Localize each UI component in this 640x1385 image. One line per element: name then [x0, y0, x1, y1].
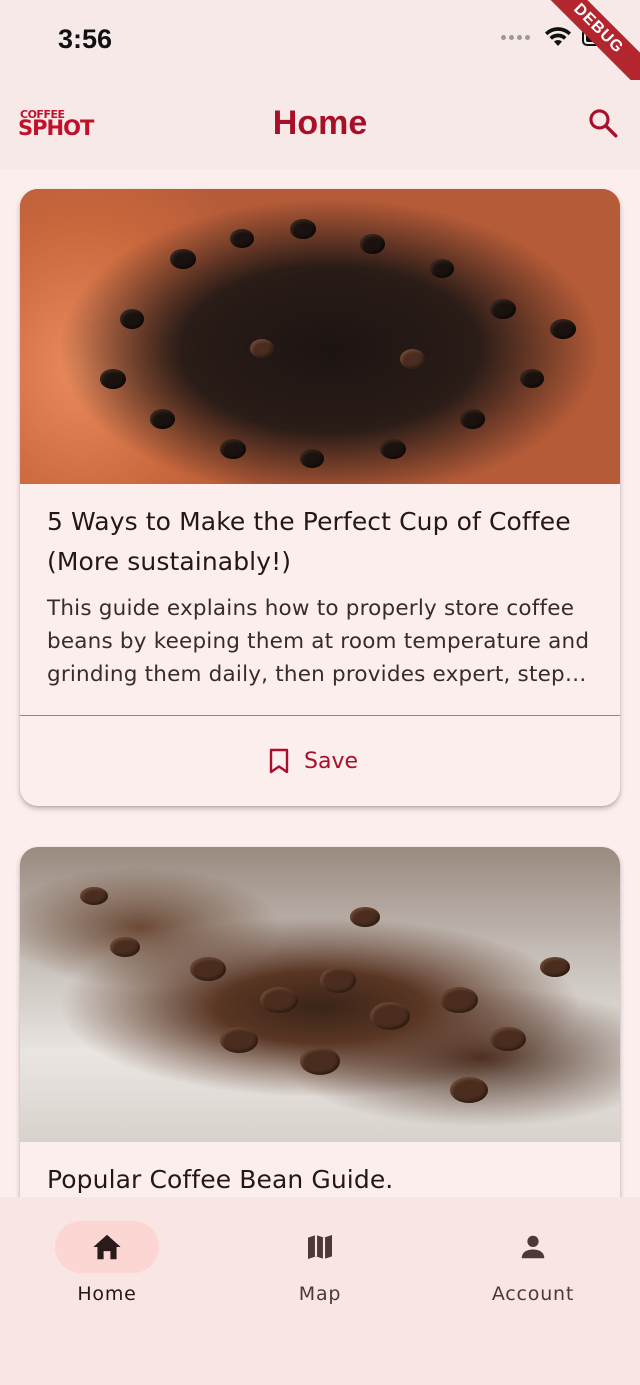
save-button[interactable]: Save	[268, 743, 358, 779]
nav-item-account[interactable]: Account	[453, 1221, 613, 1305]
article-description: This guide explains how to properly stor…	[47, 592, 593, 691]
nav-label-account: Account	[491, 1283, 575, 1305]
nav-item-map[interactable]: Map	[240, 1221, 400, 1305]
article-description-line1: This guide explains how to properly stor…	[47, 596, 575, 621]
card-divider	[20, 715, 620, 716]
article-image-coffee-beans-on-wood	[20, 847, 620, 1142]
article-card[interactable]: Popular Coffee Bean Guide.	[20, 847, 620, 1247]
article-title: 5 Ways to Make the Perfect Cup of Coffee…	[47, 502, 593, 582]
nav-label-map: Map	[298, 1283, 342, 1305]
article-card[interactable]: 5 Ways to Make the Perfect Cup of Coffee…	[20, 189, 620, 806]
bottom-navigation: Home Map Account	[0, 1197, 640, 1385]
nav-label-home: Home	[77, 1283, 137, 1305]
status-bar: 3:56	[0, 0, 640, 80]
search-icon	[589, 109, 618, 138]
article-body: 5 Ways to Make the Perfect Cup of Coffee…	[20, 484, 620, 691]
map-icon	[308, 1235, 332, 1259]
article-body: Popular Coffee Bean Guide.	[20, 1142, 620, 1200]
page-title: Home	[272, 104, 368, 142]
nav-item-home[interactable]: Home	[27, 1221, 187, 1305]
search-button[interactable]	[586, 106, 620, 140]
person-icon	[521, 1235, 545, 1259]
article-image-coffee-beans-in-hands	[20, 189, 620, 484]
article-title-line1: 5 Ways to Make the Perfect Cup of Coffee	[47, 507, 571, 536]
article-description-line3: grinding them daily, then provides exper…	[47, 662, 587, 687]
save-label: Save	[304, 748, 359, 774]
home-icon	[93, 1234, 121, 1260]
app-bar: COFFEE SPHOT Home	[0, 80, 640, 169]
nav-selected-indicator	[55, 1221, 159, 1273]
cellular-signal-icon	[501, 34, 530, 40]
wifi-icon	[545, 27, 571, 46]
article-title: Popular Coffee Bean Guide.	[47, 1165, 394, 1194]
article-title-line2: (More sustainably!)	[47, 547, 292, 576]
status-time: 3:56	[58, 24, 113, 54]
bookmark-icon	[269, 748, 289, 774]
article-description-line2: beans by keeping them at room temperatur…	[47, 629, 590, 654]
